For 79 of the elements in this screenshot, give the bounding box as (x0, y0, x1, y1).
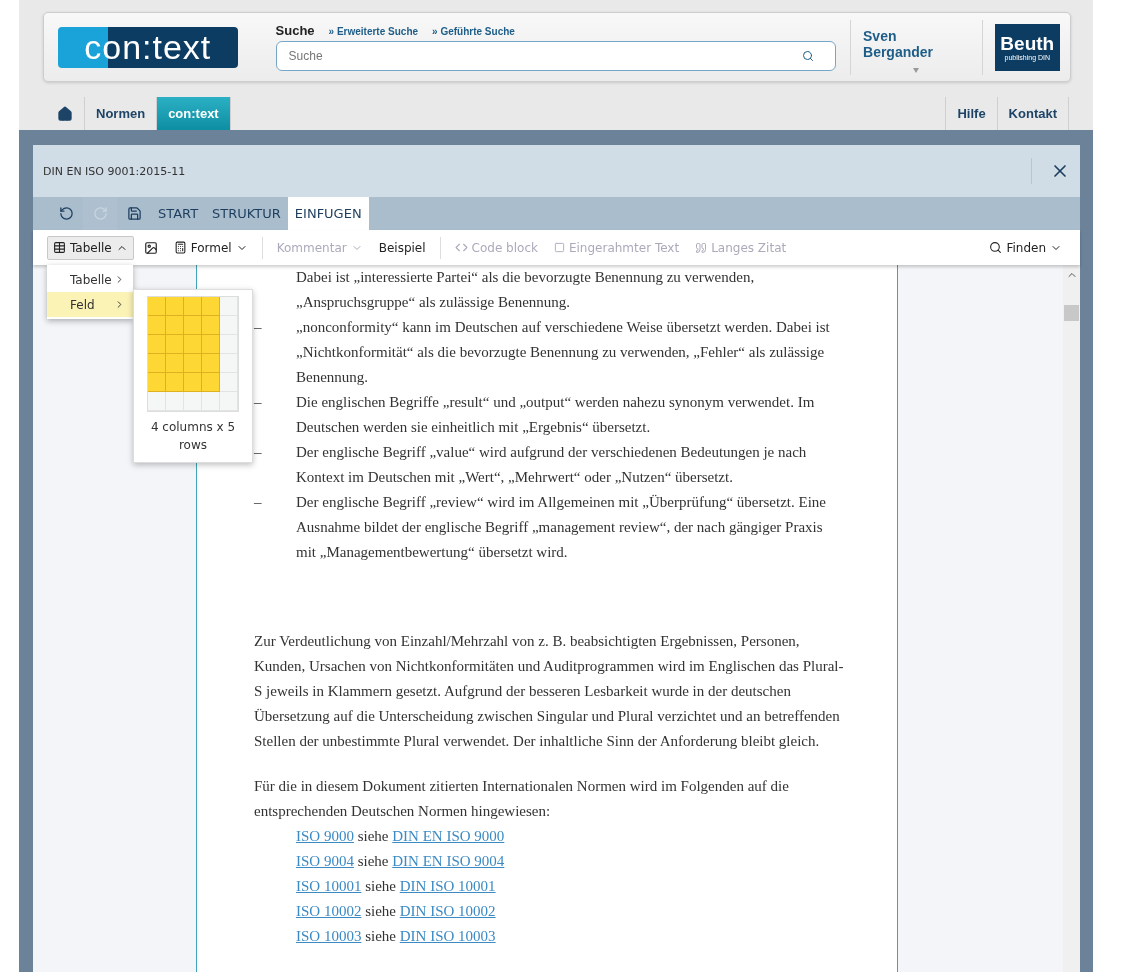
grid-cell[interactable] (166, 373, 184, 392)
standard-link[interactable]: ISO 9000 (296, 828, 354, 844)
search-icon[interactable] (802, 50, 814, 62)
standard-link[interactable]: DIN ISO 10001 (399, 878, 496, 894)
calculator-icon (173, 241, 187, 254)
ribbon-tab[interactable]: STRUKTUR (205, 197, 288, 230)
reference-word: siehe (365, 878, 396, 894)
scrollbar-thumb[interactable] (1064, 305, 1079, 321)
list-dash: – (254, 318, 263, 337)
user-name[interactable]: Sven Bergander (863, 27, 970, 60)
grid-cell[interactable] (166, 316, 184, 335)
grid-cell[interactable] (202, 316, 220, 335)
standard-link[interactable]: ISO 10003 (296, 928, 362, 944)
caret-icon[interactable] (913, 67, 920, 73)
search-field[interactable]: Suche (275, 41, 836, 71)
reference-word: siehe (357, 853, 389, 869)
standard-link[interactable]: ISO 10001 (296, 878, 362, 894)
menu-item[interactable]: Tabelle (47, 267, 133, 292)
paragraph: Für die in diesem Dokument zitierten Internationalen Normen wird im Folgenden auf die entsprechenden Deutschen Normen hingewiesen: (254, 777, 790, 821)
toolbar-button[interactable]: Beispiel (372, 235, 432, 260)
find-button[interactable]: Finden (983, 235, 1068, 260)
standard-link[interactable]: DIN EN ISO 9004 (392, 853, 505, 869)
ribbon-tab[interactable]: EINFUGEN (287, 197, 369, 230)
nav-tab[interactable]: con:text (157, 97, 231, 130)
grid-cell[interactable] (148, 316, 166, 335)
list-item-text: Die englischen Begriffe „result“ und „output“ werden nahezu synonym verwendet. Im Deutschen werden sie einheitlich mit „Ergebnis“ übersetzt. (296, 393, 816, 437)
home-icon (57, 105, 73, 122)
grid-size-caption: 4 columns x 5 rows (149, 419, 237, 454)
code-icon (454, 241, 468, 254)
toolbar-button[interactable]: Formel (167, 235, 254, 260)
grid-cell[interactable] (184, 354, 202, 373)
menu-item[interactable]: Feld (47, 292, 133, 317)
standard-link[interactable]: DIN EN ISO 9000 (392, 828, 505, 844)
list-item-text: Dabei ist „interessierte Partei“ als die bevorzugte Benennung zu verwenden, „Anspruchsgruppe“ als zulässige Benennung. (296, 268, 756, 312)
list-dash: – (254, 443, 263, 462)
grid-cell[interactable] (148, 354, 166, 373)
search-link[interactable]: » Geführte Suche (432, 26, 515, 37)
logo[interactable]: con:text (58, 26, 238, 68)
document-title: DIN EN ISO 9001:2015-11 (43, 164, 187, 178)
search-label: Suche (275, 23, 315, 38)
reference-word: siehe (365, 903, 396, 919)
grid-cell[interactable] (166, 335, 184, 354)
grid-cell[interactable] (148, 297, 166, 316)
grid-cell[interactable] (202, 335, 220, 354)
grid-cell[interactable] (166, 297, 184, 316)
grid-cell[interactable] (184, 335, 202, 354)
reference-word: siehe (357, 828, 389, 844)
grid-cell[interactable] (148, 373, 166, 392)
image-icon (143, 240, 158, 255)
standard-link[interactable]: DIN ISO 10003 (399, 928, 496, 944)
grid-cell[interactable] (184, 373, 202, 392)
grid-cell[interactable] (166, 354, 184, 373)
quote-icon (695, 241, 708, 254)
table-icon (53, 241, 66, 254)
search-icon (989, 241, 1003, 254)
scrollbar[interactable] (1063, 265, 1080, 972)
list-dash: – (254, 493, 263, 512)
list-item-text: Der englische Begriff „review“ wird im Allgemeinen mit „Überprüfung“ übersetzt. Eine Ausnahme bildet der englische Begriff „management review“, der nach gängiger Praxis mit „Managementbewertung“ übersetzt wird. (296, 493, 827, 562)
grid-cell[interactable] (184, 316, 202, 335)
grid-cell[interactable] (202, 373, 220, 392)
grid-cell[interactable] (202, 354, 220, 373)
paragraph: Zur Verdeutlichung von Einzahl/Mehrzahl von z. B. beabsichtigten Ergebnissen, Personen, Kunden, Ursachen von Nichtkonformitäten und Auditprogrammen wird im Englischen das Plural-S jeweils in Klammern gesetzt. Aufgrund der besseren Lesbarkeit wurde in der deutschen Übersetzung auf die Unterscheidung zwischen Singular und Plural verzichtet und an betreffenden Stellen der unbestimmte Plural verwendet. Der inhaltliche Sinn der Anforderung bleibt gleich. (254, 632, 844, 751)
list-dash: – (254, 393, 263, 412)
redo-icon (92, 206, 108, 221)
reference-word: siehe (365, 928, 396, 944)
search-link[interactable]: » Erweiterte Suche (328, 26, 419, 37)
standard-link[interactable]: ISO 9004 (296, 853, 354, 869)
grid-cell[interactable] (148, 335, 166, 354)
grid-cell[interactable] (184, 297, 202, 316)
grid-cell[interactable] (202, 297, 220, 316)
standard-link[interactable]: ISO 10002 (296, 903, 362, 919)
save-icon (126, 206, 142, 221)
checkbox-icon (553, 242, 565, 253)
ribbon-tab[interactable]: START (151, 197, 206, 230)
list-item-text: Der englische Begriff „value“ wird aufgrund der verschiedenen Bedeutungen je nach Kontext im Deutschen mit „Wert“, „Mehrwert“ oder „Nutzen“ übersetzt. (296, 443, 808, 487)
undo-icon (58, 206, 74, 221)
list-item-text: „nonconformity“ kann im Deutschen auf verschiedene Weise übersetzt werden. Dabei ist „Nichtkonformität“ als die bevorzugte Benennung zu verwenden, „Fehler“ als zulässige Benennung. (296, 318, 831, 387)
toolbar-button[interactable]: Tabelle (47, 235, 134, 260)
standard-link[interactable]: DIN ISO 10002 (399, 903, 496, 919)
